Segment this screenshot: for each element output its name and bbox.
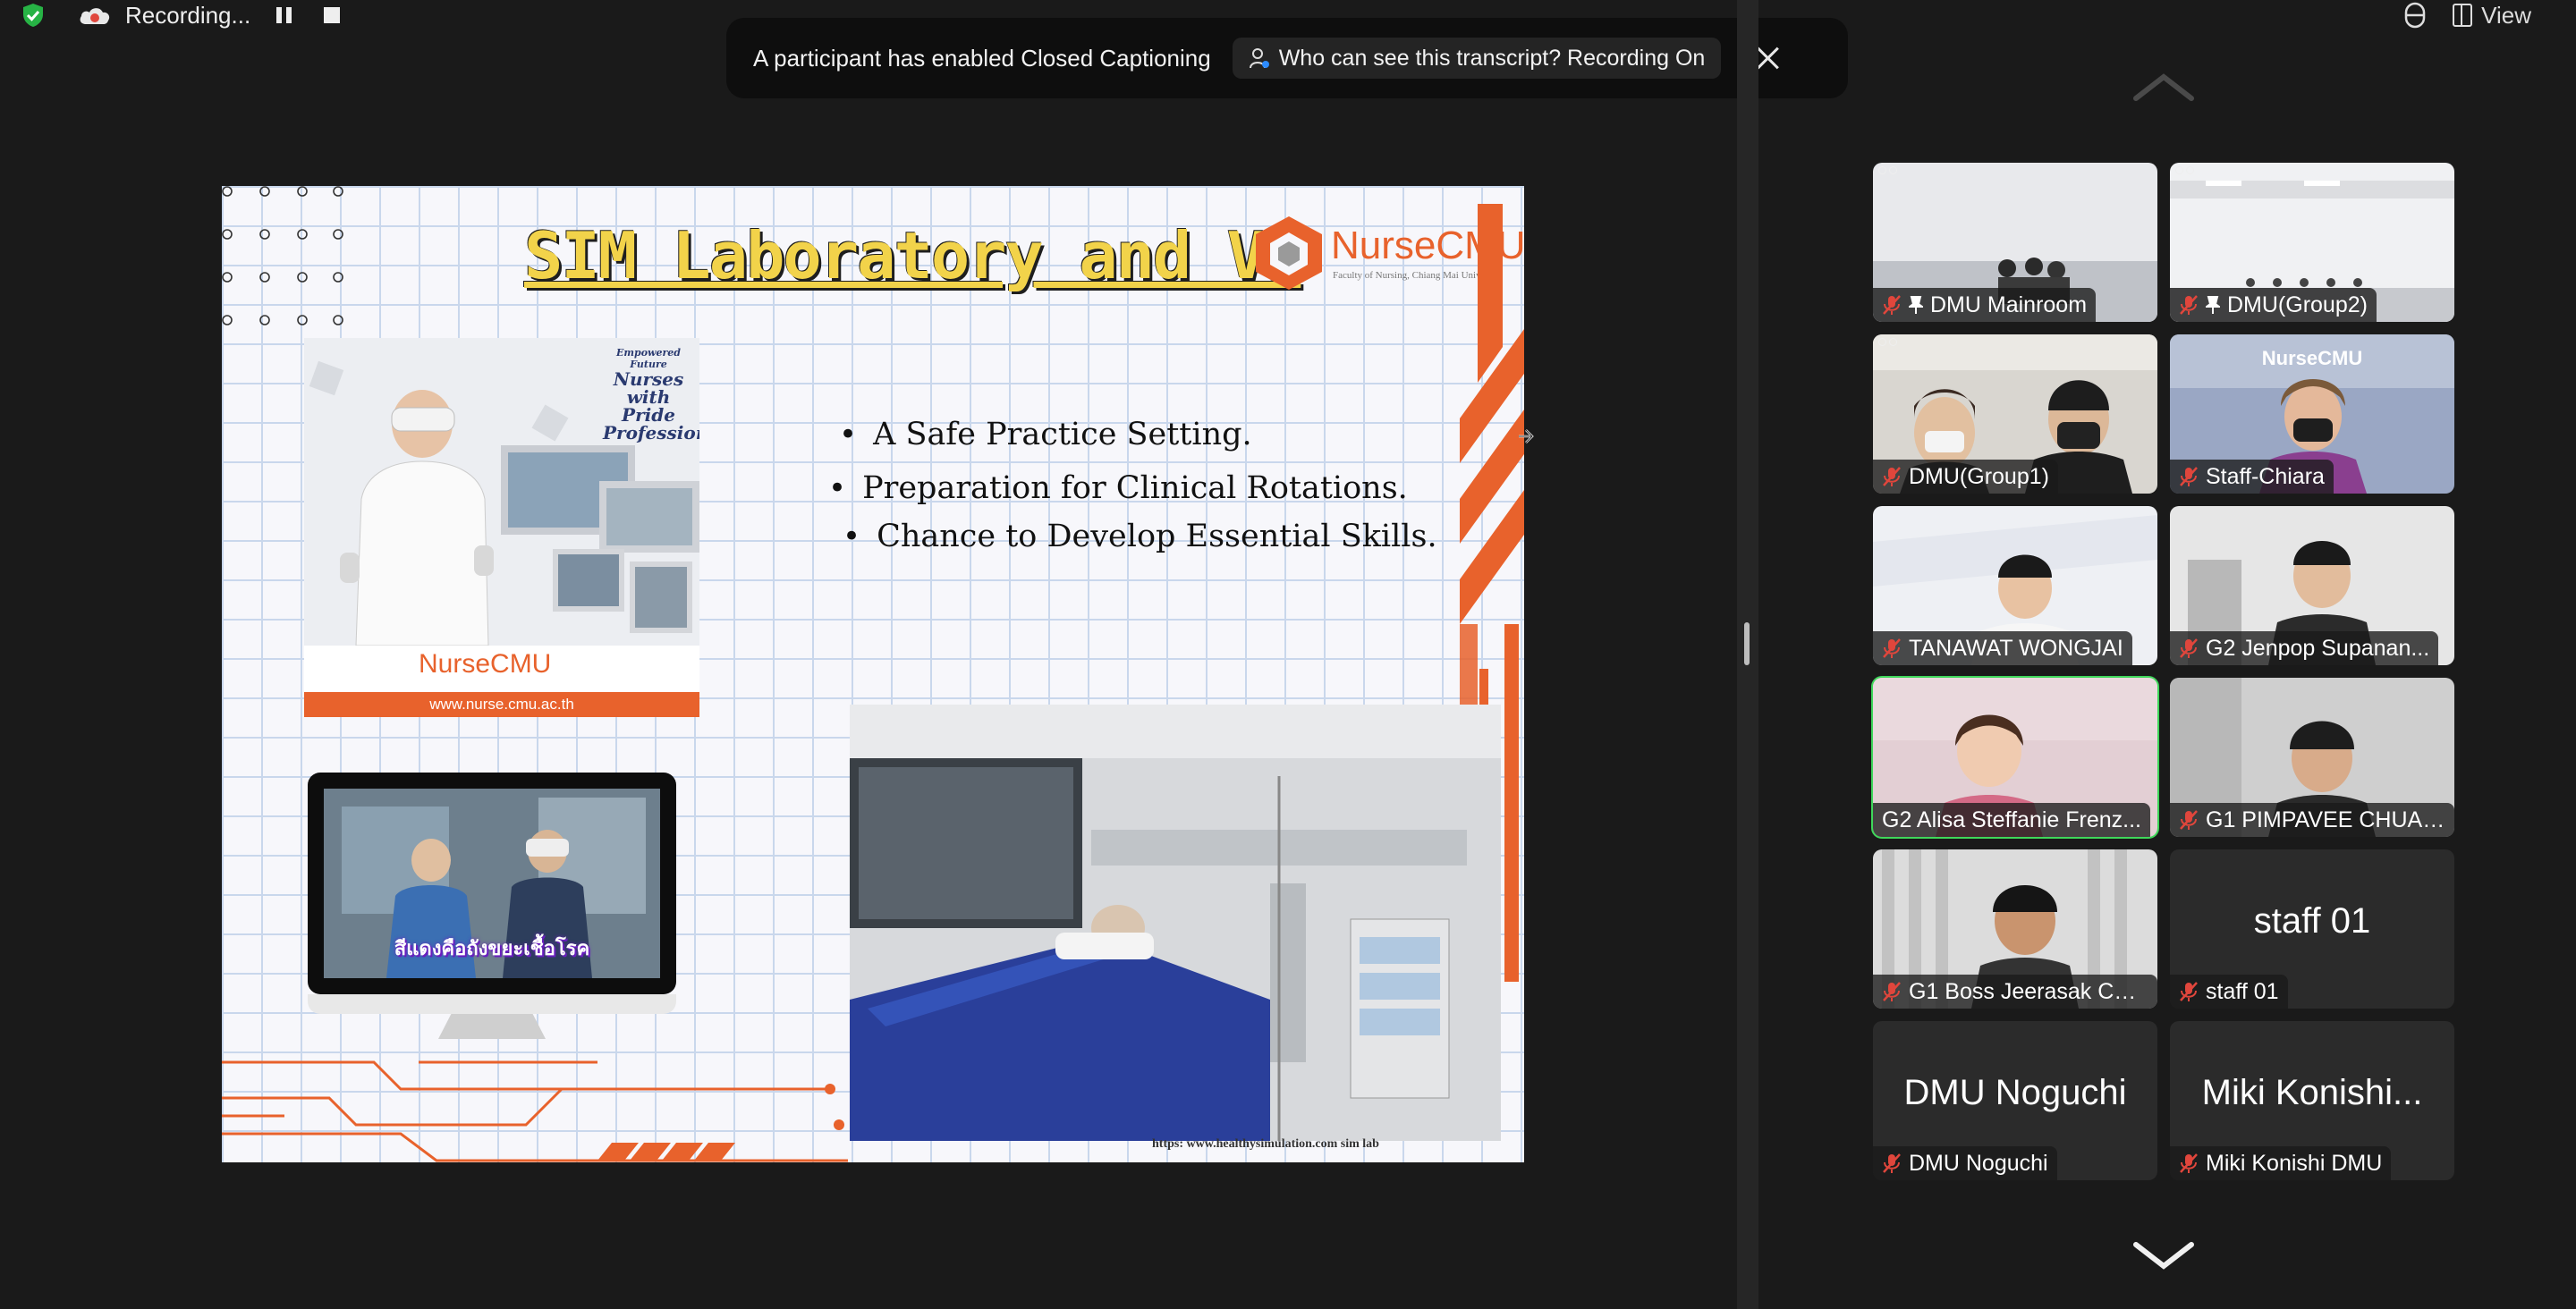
monitor-stand [438,1014,546,1039]
photo-citation: https: www.healthysimulation.com sim lab [1152,1137,1379,1151]
bullet-item: • Chance to Develop Essential Skills. [843,510,1483,563]
participant-tile-no-video[interactable]: staff 01 staff 01 [2170,849,2454,1009]
participant-tile[interactable]: G2 Jenpop Supanan... [2170,506,2454,665]
monitor-video-image: สีแดงคือถังขยะเชื้อโรค [308,773,676,1039]
participant-name: TANAWAT WONGJAI [1909,635,2123,661]
participant-name: G1 PIMPAVEE CHUAP... [2206,807,2445,832]
participant-label: G2 Jenpop Supanan... [2170,631,2439,665]
shield-check-icon[interactable] [20,2,47,29]
participant-tile[interactable]: TANAWAT WONGJAI [1873,506,2157,665]
muted-mic-icon [1883,1153,1901,1173]
participant-tile-no-video[interactable]: DMU Noguchi DMU Noguchi [1873,1021,2157,1180]
camera-indicator [1878,166,1897,174]
vr-poster-image: Empowered Future Nurses with Pride Profe… [304,338,699,717]
dot-pattern-decoration [222,186,343,325]
camera-indicator [1878,338,1897,346]
muted-mic-icon [2180,1153,2198,1173]
poster-tagline: Empowered Future Nurses with Pride Profe… [603,347,699,442]
circuit-line-decoration [222,1060,848,1162]
muted-mic-icon [1883,638,1901,658]
muted-mic-icon [2180,638,2198,658]
slide-title: SIM Laboratory and VR [524,218,1302,293]
resize-handle[interactable] [1744,622,1750,665]
participant-tile-no-video[interactable]: Miki Konishi... Miki Konishi DMU [2170,1021,2454,1180]
participant-name: G2 Jenpop Supanan... [2206,635,2430,661]
tile-background-logo-text: NurseCMU [2261,347,2363,369]
participant-name: DMU Noguchi [1909,1150,2048,1176]
participant-label: DMU(Group1) [1873,460,2058,494]
slide-bullet-list: • A Safe Practice Setting. • Preparation f… [828,408,1483,563]
participant-name: DMU(Group1) [1909,463,2049,489]
participant-label: DMU Noguchi [1873,1146,2057,1180]
participant-gallery: DMU Mainroom DMU(Group2) DMU(Group1) Nur… [1758,0,2576,1309]
participant-label: DMU(Group2) [2170,288,2377,322]
bullet-text: Preparation for Clinical Rotations. [862,470,1408,506]
participant-tile[interactable]: NurseCMU Staff-Chiara [2170,334,2454,494]
muted-mic-icon [2180,982,2198,1001]
nursecmu-hex-logo-icon [1256,216,1322,290]
recording-label: Recording... [125,1,251,29]
muted-mic-icon [2180,295,2198,315]
sim-lab-photo [850,705,1501,1141]
participant-tile[interactable]: G1 Boss Jeerasak CMU [1873,849,2157,1009]
participant-name: G2 Alisa Steffanie Frenz... [1882,807,2141,832]
participant-name: DMU Mainroom [1930,291,2088,317]
bullet-text: Chance to Develop Essential Skills. [877,519,1437,554]
muted-mic-icon [1883,982,1901,1001]
poster-footer: NurseCMU [304,646,699,692]
stop-recording-button[interactable] [324,7,341,23]
participant-tile[interactable]: DMU Mainroom [1873,163,2157,322]
participant-label: G1 PIMPAVEE CHUAP... [2170,803,2454,837]
participant-display-name: staff 01 [2253,901,2371,941]
poster-url: www.nurse.cmu.ac.th [304,692,699,717]
cursor-arrow-icon [1519,429,1534,443]
pause-recording-button[interactable] [272,4,295,27]
participant-label: Miki Konishi DMU [2170,1146,2392,1180]
participant-label: DMU Mainroom [1873,288,2097,322]
chevron-up-icon[interactable] [2132,72,2195,104]
participant-tile[interactable]: DMU(Group2) [2170,163,2454,322]
bullet-item: • A Safe Practice Setting. [839,408,1483,461]
participant-label: G2 Alisa Steffanie Frenz... [1873,803,2150,837]
participant-name: Staff-Chiara [2206,463,2325,489]
muted-mic-icon [2180,810,2198,830]
monitor-screen: สีแดงคือถังขยะเชื้อโรค [324,789,660,978]
recording-indicator[interactable]: Recording... [68,0,345,30]
simulation-bed-scene [850,705,1501,1141]
monitor-caption: สีแดงคือถังขยะเชื้อโรค [394,937,590,959]
shared-screen-area: SIM Laboratory and VR NurseCMU Faculty o… [0,30,1737,1309]
muted-mic-icon [2180,467,2198,486]
monitor-chin [308,994,676,1014]
participant-tile[interactable]: G1 PIMPAVEE CHUAP... [2170,678,2454,837]
participant-tile-active-speaker[interactable]: G2 Alisa Steffanie Frenz... [1871,676,2159,839]
participant-label: Staff-Chiara [2170,460,2334,494]
poster-tag-main: Nurses with Pride Professionalism [603,368,699,443]
camera-indicator [2175,166,2194,174]
bullet-item: • Preparation for Clinical Rotations. [828,461,1483,515]
bullet-text: A Safe Practice Setting. [873,417,1252,452]
participant-name: Miki Konishi DMU [2206,1150,2383,1176]
participant-display-name: Miki Konishi... [2201,1073,2423,1112]
poster-logo-name: NurseCMU [419,649,552,679]
participant-name: DMU(Group2) [2227,291,2368,317]
muted-mic-icon [1883,467,1901,486]
participant-tile[interactable]: DMU(Group1) [1873,334,2157,494]
participant-label: G1 Boss Jeerasak CMU [1873,975,2157,1009]
pin-icon [2206,296,2220,314]
participant-label: TANAWAT WONGJAI [1873,631,2132,665]
cloud-recording-icon [80,8,110,24]
participant-display-name: DMU Noguchi [1903,1073,2127,1112]
pin-icon [1909,296,1923,314]
muted-mic-icon [1883,295,1901,315]
participant-name: staff 01 [2206,978,2279,1004]
presentation-slide: SIM Laboratory and VR NurseCMU Faculty o… [222,186,1524,1162]
participant-label: staff 01 [2170,975,2288,1009]
participant-name: G1 Boss Jeerasak CMU [1909,978,2148,1004]
chevron-down-icon[interactable] [2132,1239,2195,1271]
poster-tag-small: Empowered Future [615,347,681,370]
